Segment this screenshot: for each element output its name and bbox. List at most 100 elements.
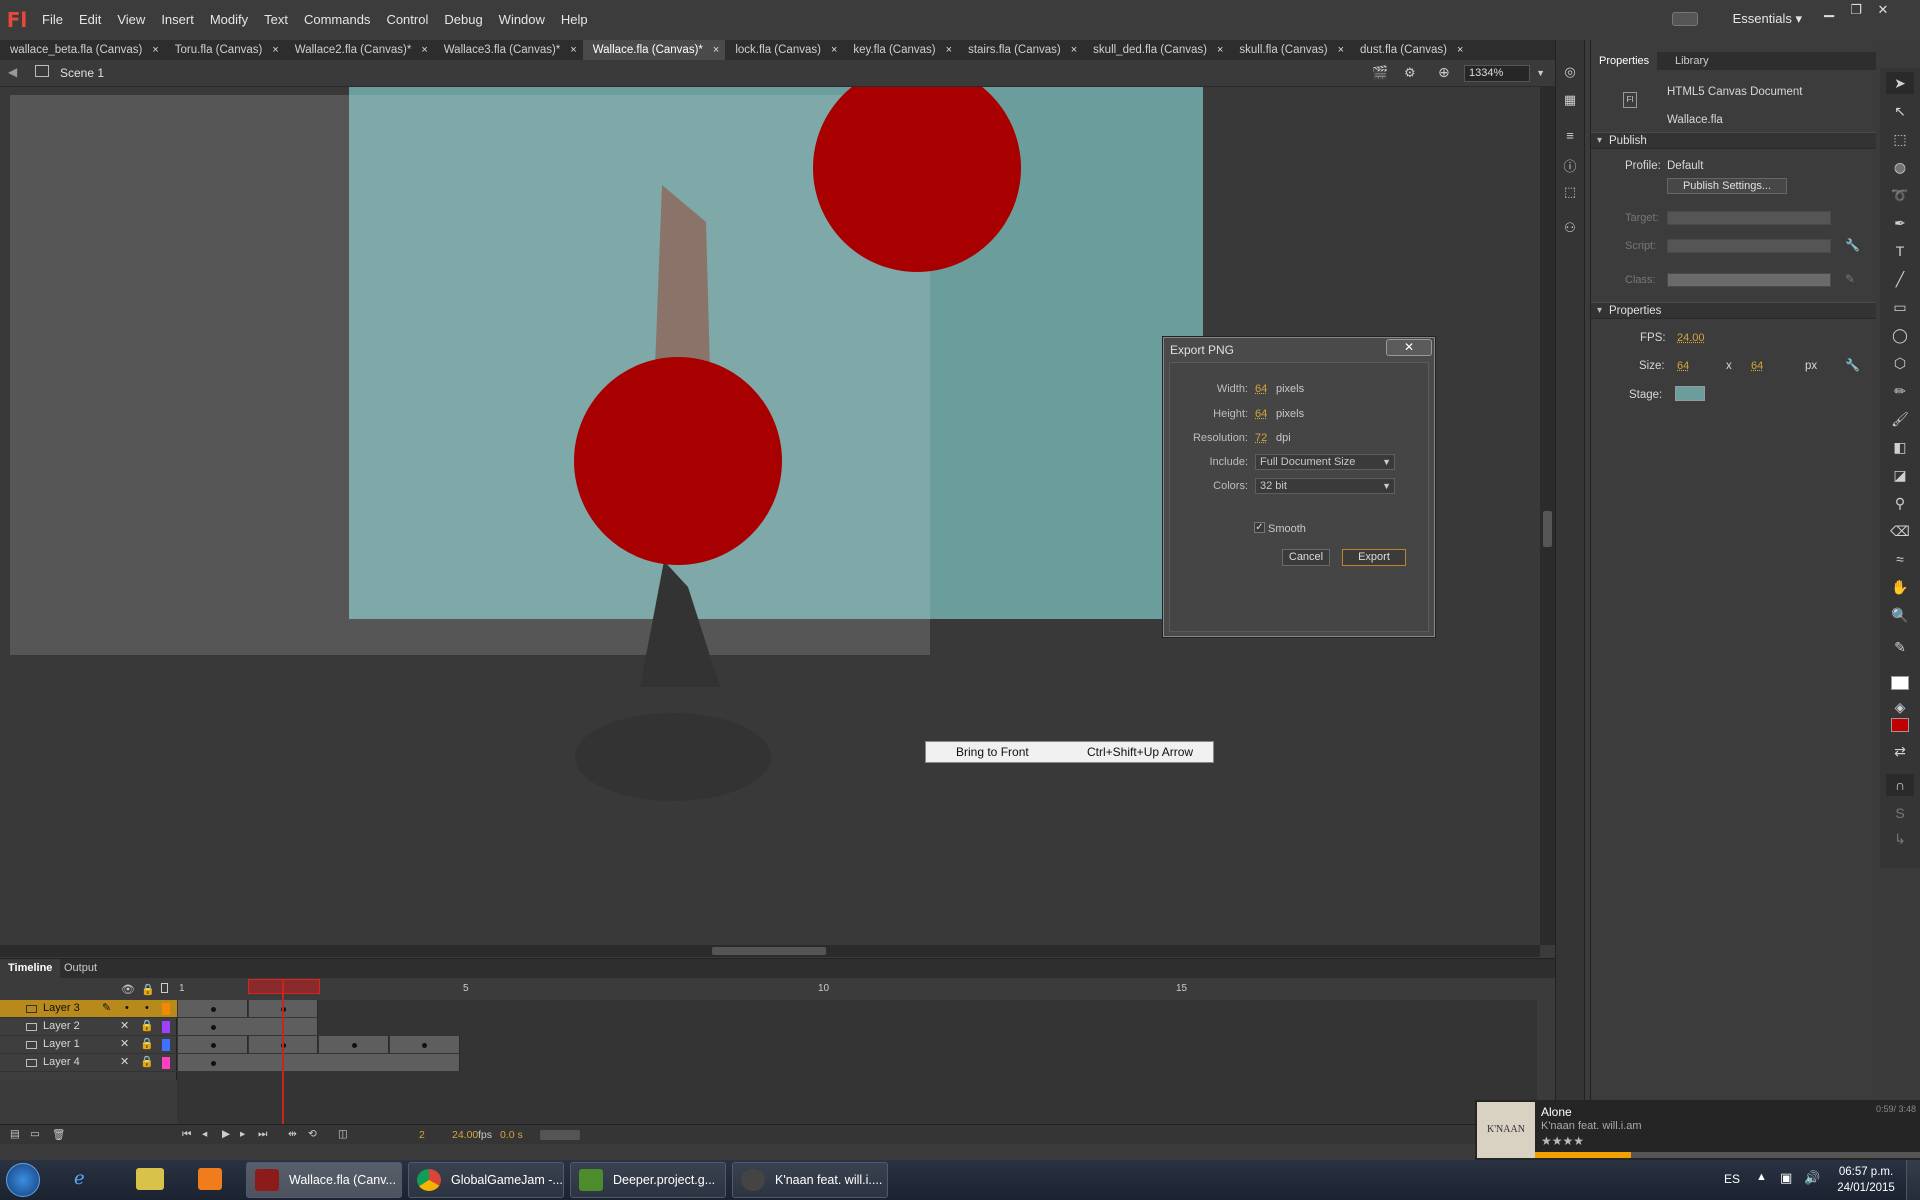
- play-icon[interactable]: ▶: [222, 1128, 230, 1140]
- text-tool-icon[interactable]: T: [1886, 240, 1914, 262]
- last-frame-icon[interactable]: ⏭: [258, 1128, 267, 1141]
- resolution-value[interactable]: 72: [1255, 432, 1267, 444]
- hidden-x-icon[interactable]: ✕: [120, 1018, 129, 1035]
- show-hidden-icons[interactable]: ▲: [1756, 1171, 1767, 1183]
- zoom-field[interactable]: 1334% ▼: [1464, 65, 1545, 82]
- menu-text[interactable]: Text: [256, 0, 296, 40]
- keyframe[interactable]: [211, 1025, 216, 1030]
- onion-skin-icon[interactable]: ◫: [338, 1128, 348, 1140]
- paint-bucket-tool-icon[interactable]: ◧: [1886, 436, 1914, 458]
- lock-icon[interactable]: 🔒: [140, 1036, 154, 1053]
- tab-properties[interactable]: Properties: [1591, 52, 1658, 70]
- wrench-icon[interactable]: 🔧: [1845, 358, 1860, 372]
- rating-stars[interactable]: ★★★★: [1541, 1134, 1584, 1148]
- visibility-dot-icon[interactable]: •: [125, 1000, 129, 1017]
- fps-value[interactable]: 24.00: [1677, 332, 1705, 344]
- doc-tab[interactable]: Wallace3.fla (Canvas)* ×: [434, 40, 583, 60]
- target-select[interactable]: [1667, 211, 1831, 225]
- menu-view[interactable]: View: [109, 0, 153, 40]
- free-transform-tool-icon[interactable]: ⬚: [1886, 128, 1914, 150]
- close-icon[interactable]: ×: [1071, 40, 1077, 60]
- layer-name[interactable]: Layer 2: [43, 1018, 80, 1035]
- doc-tab-active[interactable]: Wallace.fla (Canvas)* ×: [582, 40, 726, 60]
- doc-tab[interactable]: key.fla (Canvas) ×: [843, 40, 958, 60]
- stroke-color-icon[interactable]: ✎: [1886, 636, 1914, 658]
- horizontal-scrollbar[interactable]: [0, 945, 1540, 957]
- menu-window[interactable]: Window: [491, 0, 553, 40]
- close-icon[interactable]: ×: [1217, 40, 1223, 60]
- media-player-icon[interactable]: [198, 1168, 222, 1190]
- doc-tab[interactable]: Wallace2.fla (Canvas)* ×: [285, 40, 434, 60]
- volume-icon[interactable]: 🔊: [1804, 1170, 1820, 1186]
- current-frame[interactable]: 2: [419, 1129, 425, 1141]
- size-width[interactable]: 64: [1677, 360, 1689, 372]
- calculator-icon[interactable]: [136, 1168, 164, 1190]
- layer-name[interactable]: Layer 4: [43, 1054, 80, 1071]
- dialog-close-button[interactable]: ✕: [1386, 339, 1432, 356]
- lasso-tool-icon[interactable]: ➰: [1886, 184, 1914, 206]
- lock-icon[interactable]: 🔒: [140, 1018, 154, 1035]
- class-field[interactable]: [1667, 273, 1831, 287]
- menu-modify[interactable]: Modify: [202, 0, 256, 40]
- script-select[interactable]: [1667, 239, 1831, 253]
- menu-commands[interactable]: Commands: [296, 0, 378, 40]
- new-folder-icon[interactable]: ▭: [30, 1128, 40, 1140]
- elapsed-time[interactable]: 0.0 s: [500, 1129, 523, 1141]
- new-layer-icon[interactable]: ▤: [10, 1128, 20, 1140]
- tab-output[interactable]: Output: [56, 959, 105, 978]
- keyframe[interactable]: [211, 1007, 216, 1012]
- scroll-thumb[interactable]: [712, 947, 826, 955]
- menu-debug[interactable]: Debug: [436, 0, 490, 40]
- first-frame-icon[interactable]: ⏮: [182, 1128, 191, 1141]
- minimize-button[interactable]: ▁: [1818, 2, 1840, 18]
- lock-dot-icon[interactable]: •: [145, 1000, 149, 1017]
- tab-timeline[interactable]: Timeline: [0, 959, 61, 978]
- taskbar-item-gamemaker[interactable]: Deeper.project.g...: [570, 1162, 726, 1198]
- align-icon[interactable]: ≡: [1560, 128, 1580, 146]
- components-icon[interactable]: ⚇: [1560, 220, 1580, 238]
- zoom-tool-icon[interactable]: 🔍: [1886, 604, 1914, 626]
- cancel-button[interactable]: Cancel: [1282, 549, 1330, 566]
- wrench-icon[interactable]: 🔧: [1845, 238, 1860, 252]
- taskbar-item-flash[interactable]: Wallace.fla (Canv...: [246, 1162, 402, 1198]
- input-language[interactable]: ES: [1724, 1172, 1740, 1186]
- motion-editor-icon[interactable]: ◎: [1560, 64, 1580, 82]
- doc-tab[interactable]: stairs.fla (Canvas) ×: [958, 40, 1083, 60]
- close-icon[interactable]: ×: [831, 40, 837, 60]
- keyframe[interactable]: [352, 1043, 357, 1048]
- menu-help[interactable]: Help: [553, 0, 596, 40]
- eraser-tool-icon[interactable]: ⌫: [1886, 520, 1914, 542]
- fill-color-swatch[interactable]: [1891, 718, 1909, 732]
- lock-icon[interactable]: 🔒: [140, 1054, 154, 1071]
- tab-library[interactable]: Library: [1667, 52, 1717, 70]
- loop-icon[interactable]: ⟲: [308, 1128, 317, 1140]
- smooth-checkbox[interactable]: ✓: [1254, 522, 1265, 533]
- info-icon[interactable]: ⓘ: [1560, 156, 1580, 174]
- center-frame-icon[interactable]: ⇹: [288, 1128, 297, 1140]
- properties-section-header[interactable]: Properties: [1591, 302, 1876, 319]
- stage-color-swatch[interactable]: [1675, 386, 1705, 401]
- start-button[interactable]: [6, 1163, 40, 1197]
- chevron-down-icon[interactable]: ▼: [1536, 66, 1545, 81]
- fps-readout[interactable]: 24.00: [452, 1129, 478, 1141]
- show-desktop-button[interactable]: [1906, 1160, 1920, 1200]
- menu-control[interactable]: Control: [378, 0, 436, 40]
- layer-row[interactable]: Layer 4 ✕ 🔒: [0, 1054, 177, 1072]
- restore-button[interactable]: ❐: [1845, 2, 1867, 18]
- width-tool-icon[interactable]: ≈: [1886, 548, 1914, 570]
- scene-label[interactable]: Scene 1: [60, 66, 104, 80]
- hand-tool-icon[interactable]: ✋: [1886, 576, 1914, 598]
- layer-row[interactable]: Layer 3 ✎ • •: [0, 1000, 177, 1018]
- context-menu-bring-to-front[interactable]: Bring to Front Ctrl+Shift+Up Arrow: [925, 741, 1214, 763]
- taskbar-item-chrome[interactable]: GlobalGameJam -...: [408, 1162, 564, 1198]
- publish-settings-button[interactable]: Publish Settings...: [1667, 178, 1787, 194]
- close-icon[interactable]: ×: [570, 40, 576, 60]
- outline-icon[interactable]: [161, 983, 168, 993]
- polystar-tool-icon[interactable]: ⬡: [1886, 352, 1914, 374]
- stroke-color-swatch[interactable]: [1891, 676, 1909, 690]
- size-height[interactable]: 64: [1751, 360, 1763, 372]
- center-stage-icon[interactable]: ⊕: [1438, 64, 1450, 81]
- timeline-hscroll[interactable]: [540, 1130, 580, 1140]
- layer-color-swatch[interactable]: [162, 1057, 170, 1069]
- close-icon[interactable]: ×: [946, 40, 952, 60]
